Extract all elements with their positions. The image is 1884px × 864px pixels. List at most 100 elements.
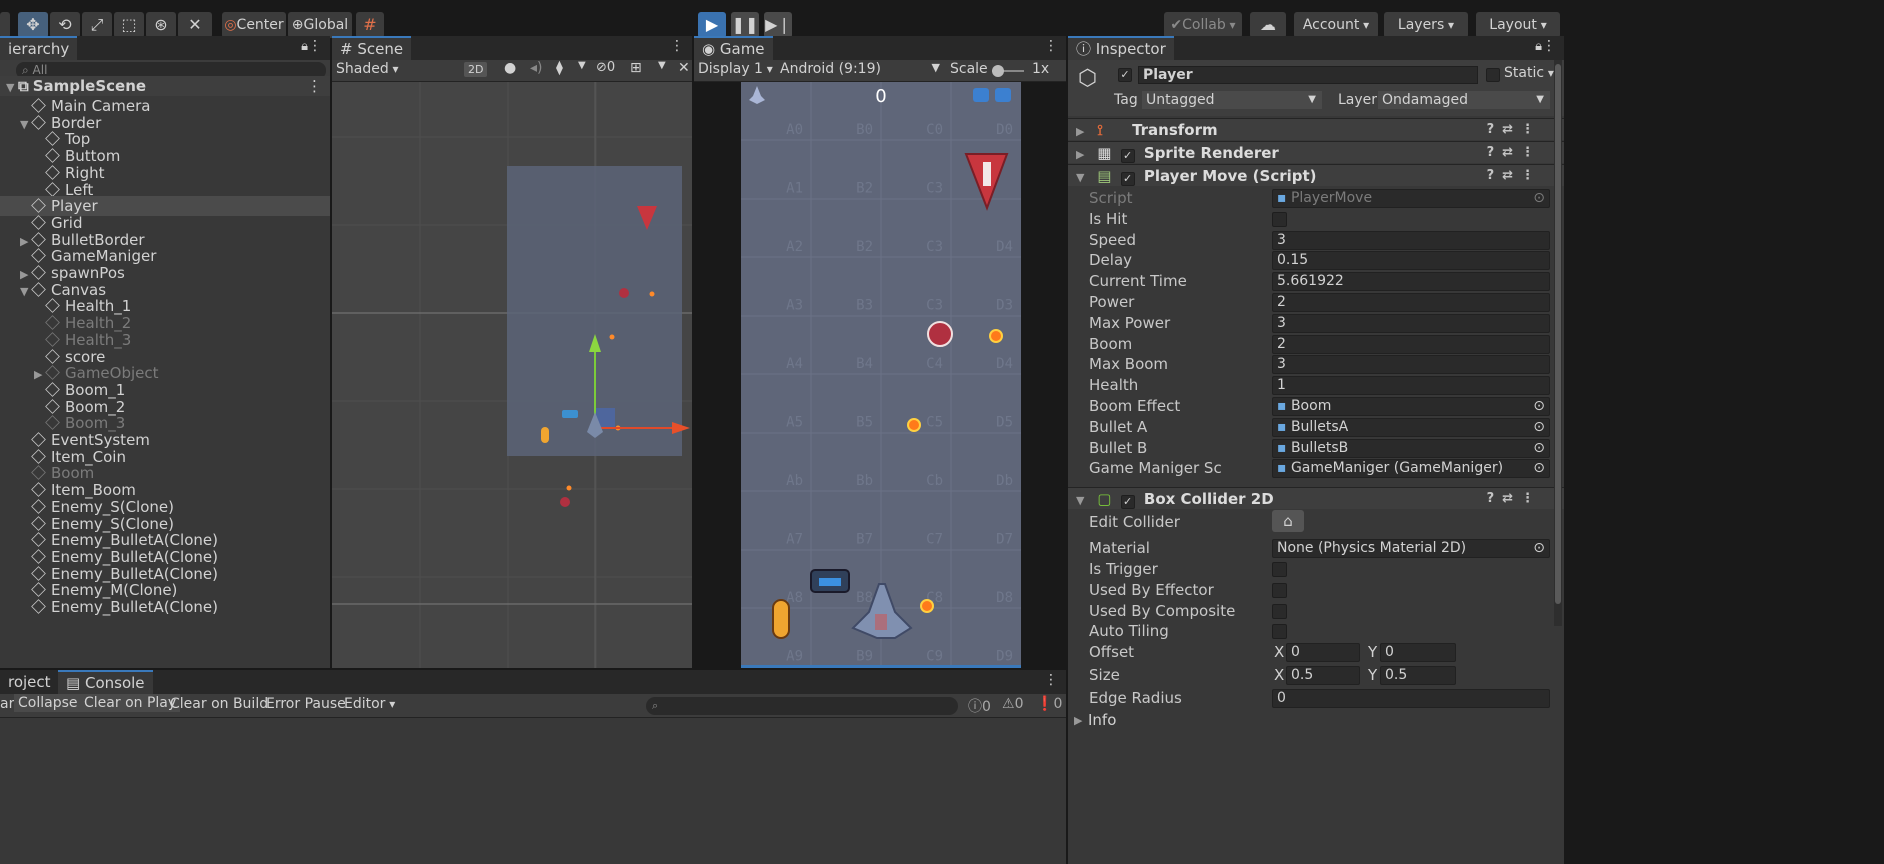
object-field[interactable]: ▪ BulletsB ⊙ bbox=[1272, 438, 1550, 458]
lock-icon[interactable]: 🔒︎ bbox=[1535, 39, 1542, 54]
hidden-objects-icon[interactable]: ⊘0 bbox=[596, 60, 615, 75]
property-field[interactable]: 2 bbox=[1272, 334, 1550, 354]
object-name-field[interactable]: Player bbox=[1138, 66, 1478, 84]
pause-button[interactable]: ❚❚ bbox=[731, 12, 759, 38]
step-button[interactable]: ▶❘ bbox=[764, 12, 792, 38]
error-pause-button[interactable]: Error Pause bbox=[266, 696, 346, 712]
expand-arrow-icon[interactable]: ▼ bbox=[1076, 167, 1088, 189]
object-picker-icon[interactable]: ⊙ bbox=[1533, 460, 1545, 477]
scale-slider-thumb[interactable] bbox=[992, 65, 1004, 77]
tab-project[interactable]: roject bbox=[0, 670, 59, 694]
effects-icon[interactable]: ⧫ bbox=[556, 60, 563, 76]
property-field[interactable]: 1 bbox=[1272, 376, 1550, 396]
cloud-button[interactable]: ☁ bbox=[1250, 12, 1286, 38]
static-checkbox[interactable] bbox=[1486, 68, 1500, 82]
component-actions-icon[interactable]: ?⇄⋮ bbox=[1487, 142, 1542, 164]
tab-game[interactable]: ◉ Game bbox=[694, 36, 773, 60]
rect-tool-button[interactable]: ⬚ bbox=[114, 12, 144, 38]
warning-count-toggle[interactable]: ⚠0 bbox=[1002, 696, 1023, 712]
expand-arrow-icon[interactable]: ▼ bbox=[1076, 490, 1088, 512]
size-x-field[interactable]: 0.5 bbox=[1286, 666, 1360, 685]
lighting-icon[interactable]: ● bbox=[504, 60, 516, 76]
component-enabled-checkbox[interactable]: ✓ bbox=[1120, 495, 1135, 509]
transform-tool-button[interactable]: ⊛ bbox=[146, 12, 176, 38]
static-dropdown[interactable]: Static bbox=[1504, 65, 1554, 81]
object-picker-icon[interactable]: ⊙ bbox=[1533, 419, 1545, 436]
play-button[interactable]: ▶ bbox=[698, 12, 726, 38]
console-menu-icon[interactable]: ⋮ bbox=[1044, 672, 1058, 688]
component-actions-icon[interactable]: ?⇄⋮ bbox=[1487, 119, 1542, 141]
object-field[interactable]: None (Physics Material 2D) ⊙ bbox=[1272, 539, 1550, 558]
display-dropdown[interactable]: Display 1 bbox=[698, 61, 773, 77]
scene-menu-icon[interactable]: ⋮ bbox=[670, 38, 684, 54]
log-count-toggle[interactable]: ⓘ0 bbox=[968, 696, 991, 716]
property-field[interactable]: 3 bbox=[1272, 230, 1550, 250]
clear-button[interactable]: ar bbox=[0, 696, 14, 712]
console-search-input[interactable]: ⌕ bbox=[646, 697, 958, 715]
scene-root-row[interactable]: ▼ ⧉ SampleScene ⋮ bbox=[0, 76, 330, 96]
object-field[interactable]: ▪ GameManiger (GameManiger) ⊙ bbox=[1272, 459, 1550, 479]
collapse-arrow-icon[interactable]: ▶ bbox=[1076, 121, 1088, 143]
component-enabled-checkbox[interactable]: ✓ bbox=[1120, 149, 1135, 163]
effects-dropdown-icon[interactable]: ▼ bbox=[578, 60, 586, 71]
property-field[interactable]: 2 bbox=[1272, 293, 1550, 312]
property-field[interactable]: 5.661922 bbox=[1272, 272, 1550, 292]
component-actions-icon[interactable]: ?⇄⋮ bbox=[1487, 165, 1542, 187]
audio-icon[interactable]: ◂) bbox=[530, 60, 543, 76]
snap-grid-button[interactable]: # bbox=[356, 12, 384, 38]
object-field[interactable]: ▪ Boom ⊙ bbox=[1272, 397, 1550, 416]
lock-icon[interactable]: 🔒︎ bbox=[301, 39, 308, 54]
info-foldout[interactable]: ▶ Info bbox=[1068, 710, 1568, 731]
error-count-toggle[interactable]: ❗0 bbox=[1036, 696, 1062, 712]
clear-on-build-button[interactable]: Clear on Build bbox=[170, 696, 268, 712]
collab-button[interactable]: ✔Collab bbox=[1164, 12, 1242, 38]
property-field[interactable]: 3 bbox=[1272, 355, 1550, 375]
custom-tool-button[interactable]: ✕ bbox=[178, 12, 212, 38]
panel-menu-icon[interactable]: ⋮ bbox=[1542, 38, 1556, 54]
component-enabled-checkbox[interactable]: ✓ bbox=[1120, 172, 1135, 186]
aspect-dropdown[interactable]: Android (9:19) ▼ bbox=[780, 61, 940, 77]
grid-dropdown-icon[interactable]: ▼ bbox=[658, 60, 666, 71]
game-view[interactable]: A0 B0 C0 D0 A1 B2 C3 A2 B2 C3 D4 A3 B3 C3 D3 A4 B4 C4 D4 A5… bbox=[741, 82, 1021, 668]
tab-scene[interactable]: # Scene bbox=[332, 36, 412, 60]
scrollbar-thumb[interactable] bbox=[1555, 64, 1561, 604]
collapse-arrow-icon[interactable]: ▶ bbox=[1076, 144, 1088, 166]
property-checkbox[interactable] bbox=[1272, 211, 1287, 227]
box-collider-component-header[interactable]: ▼ ▢ ✓ Box Collider 2D ?⇄⋮ bbox=[1068, 487, 1568, 509]
hand-tool-button[interactable] bbox=[0, 12, 10, 38]
scale-tool-button[interactable]: ⤢ bbox=[82, 12, 112, 38]
layers-dropdown[interactable]: Layers bbox=[1384, 12, 1468, 38]
tab-inspector[interactable]: ⓘ Inspector bbox=[1068, 36, 1174, 60]
scene-menu-icon[interactable]: ⋮ bbox=[307, 76, 322, 96]
offset-x-field[interactable]: 0 bbox=[1286, 643, 1360, 662]
active-checkbox[interactable]: ✓ bbox=[1118, 68, 1132, 82]
rotate-tool-button[interactable]: ⟲ bbox=[50, 12, 80, 38]
sprite-renderer-component-header[interactable]: ▶ ▦ ✓ Sprite Renderer ?⇄⋮ bbox=[1068, 141, 1568, 163]
edge-radius-field[interactable]: 0 bbox=[1272, 689, 1550, 708]
expand-arrow-icon[interactable]: ▼ bbox=[6, 78, 18, 98]
layout-dropdown[interactable]: Layout bbox=[1476, 12, 1560, 38]
shading-mode-dropdown[interactable]: Shaded bbox=[336, 61, 456, 77]
move-tool-button[interactable]: ✥ bbox=[18, 12, 48, 38]
hierarchy-item[interactable]: Enemy_BulletA(Clone) bbox=[0, 597, 330, 617]
object-picker-icon[interactable]: ⊙ bbox=[1533, 540, 1545, 557]
property-checkbox[interactable] bbox=[1272, 583, 1287, 598]
transform-component-header[interactable]: ▶ ⟟ Transform ?⇄⋮ bbox=[1068, 118, 1568, 140]
scene-view[interactable] bbox=[332, 82, 692, 668]
property-field[interactable]: 0.15 bbox=[1272, 251, 1550, 271]
tab-console[interactable]: ▤ Console bbox=[58, 670, 153, 694]
account-dropdown[interactable]: Account bbox=[1294, 12, 1378, 38]
game-menu-icon[interactable]: ⋮ bbox=[1044, 38, 1058, 54]
editor-dropdown[interactable]: Editor bbox=[344, 696, 395, 712]
inspector-scrollbar[interactable] bbox=[1554, 60, 1562, 626]
layer-dropdown[interactable]: Ondamaged ▼ bbox=[1378, 91, 1550, 109]
component-actions-icon[interactable]: ?⇄⋮ bbox=[1487, 488, 1542, 510]
property-field[interactable]: 3 bbox=[1272, 313, 1550, 333]
pivot-global-button[interactable]: ⊕Global bbox=[288, 12, 352, 38]
collapse-arrow-icon[interactable]: ▶ bbox=[1074, 710, 1082, 731]
property-checkbox[interactable] bbox=[1272, 562, 1287, 577]
size-y-field[interactable]: 0.5 bbox=[1380, 666, 1456, 685]
offset-y-field[interactable]: 0 bbox=[1380, 643, 1456, 662]
tab-hierarchy[interactable]: ierarchy bbox=[0, 36, 78, 60]
panel-menu-icon[interactable]: ⋮ bbox=[308, 38, 322, 54]
